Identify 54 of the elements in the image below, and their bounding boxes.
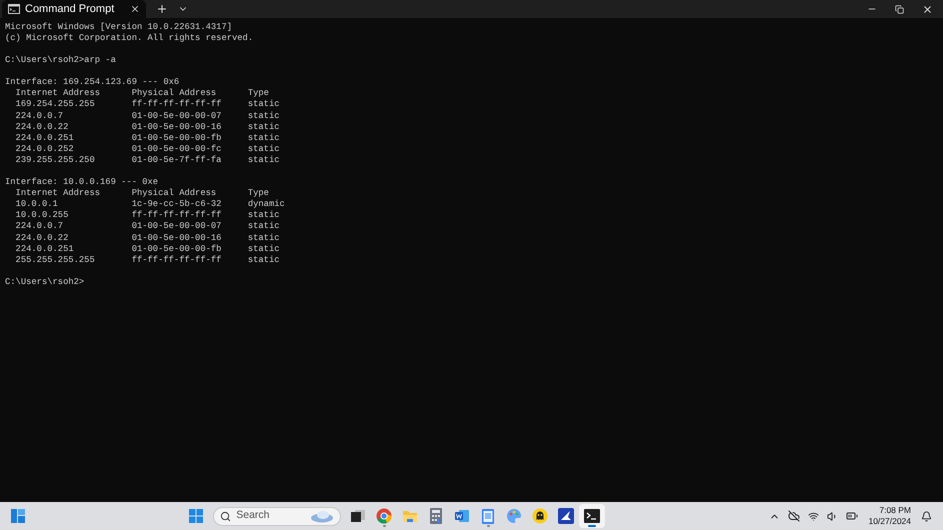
tab-title: Command Prompt — [25, 2, 114, 17]
console-line: Microsoft Windows [Version 10.0.22631.4317] — [5, 22, 232, 34]
search-icon — [220, 510, 232, 522]
console-line: Interface: 169.254.123.69 --- 0x6 — [5, 77, 180, 88]
widgets-icon[interactable] — [11, 509, 25, 523]
search-field[interactable]: Search — [213, 506, 342, 526]
taskbar-app[interactable] — [579, 504, 606, 528]
notepad-icon — [482, 508, 494, 524]
wifi-icon[interactable] — [808, 510, 820, 522]
calculator-icon — [429, 508, 444, 524]
new-tab-icon[interactable] — [156, 3, 168, 15]
bird-icon — [558, 508, 574, 524]
console-line: 224.0.0.7 01-00-5e-00-00-07 static — [14, 221, 280, 232]
console-line: 224.0.0.252 01-00-5e-00-00-fc static — [14, 144, 280, 155]
cloud-icon — [308, 510, 334, 522]
chrome-icon — [376, 508, 392, 524]
console-line: 224.0.0.22 01-00-5e-00-00-16 static — [14, 232, 280, 244]
console-line: 10.0.0.255 ff-ff-ff-ff-ff-ff static — [14, 210, 280, 222]
clock-time[interactable]: 7:08 PM — [879, 505, 912, 516]
tab[interactable]: Command Prompt — [2, 0, 146, 18]
console-line: 169.254.255.255 ff-ff-ff-ff-ff-ff static — [14, 99, 280, 111]
cloud-off-icon[interactable] — [788, 510, 800, 522]
console-line: C:\Users\rsoh2> — [5, 276, 84, 288]
console-line: Internet Address Physical Address Type — [14, 188, 269, 200]
console-line: C:\Users\rsoh2>arp -a — [5, 55, 116, 66]
console-line: 10.0.0.1 1c-9e-cc-5b-c6-32 dynamic — [14, 199, 285, 210]
terminal-icon — [584, 509, 600, 523]
restore-icon[interactable] — [895, 4, 904, 14]
start-icon[interactable] — [189, 509, 204, 523]
palette-icon — [506, 508, 522, 524]
console-line: 224.0.0.7 01-00-5e-00-00-07 static — [14, 110, 280, 122]
console-line: Interface: 10.0.0.169 --- 0xe — [5, 177, 158, 188]
search-placeholder: Search — [236, 508, 270, 524]
document-app-icon — [454, 508, 470, 524]
console-line: (c) Microsoft Corporation. All rights reserved. — [5, 33, 254, 44]
window-stack-icon — [350, 508, 366, 524]
console-line: 224.0.0.22 01-00-5e-00-00-16 static — [14, 122, 280, 133]
running-indicator — [382, 525, 386, 527]
close-tab-icon[interactable] — [130, 4, 140, 14]
running-indicator — [588, 525, 596, 527]
running-indicator — [486, 525, 490, 527]
console-line: 255.255.255.255 ff-ff-ff-ff-ff-ff static — [14, 254, 280, 266]
clock-date[interactable]: 10/27/2024 — [868, 516, 912, 527]
console-icon — [8, 4, 20, 14]
battery-icon[interactable] — [846, 510, 858, 522]
ghost-icon — [532, 508, 548, 524]
console-line: 224.0.0.251 01-00-5e-00-00-fb static — [14, 132, 280, 144]
speaker-icon[interactable] — [827, 510, 838, 522]
close-icon[interactable] — [922, 4, 933, 14]
console-line: 239.255.255.250 01-00-5e-7f-ff-fa static — [14, 154, 280, 166]
console-line: Internet Address Physical Address Type — [14, 88, 269, 100]
folder-icon — [402, 508, 418, 524]
console-line: 224.0.0.251 01-00-5e-00-00-fb static — [14, 244, 280, 255]
notification-icon[interactable] — [921, 510, 932, 522]
